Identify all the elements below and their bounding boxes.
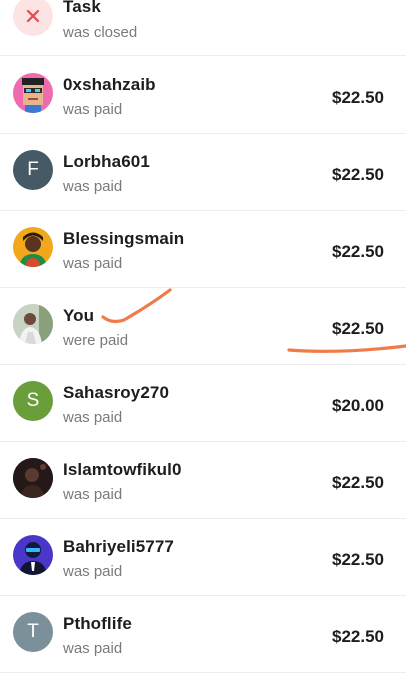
payment-status: was paid [63,255,123,272]
dark-photo-avatar [13,458,53,498]
payment-status: was paid [63,101,123,118]
list-item[interactable]: S Sahasroy270 was paid $20.00 [0,365,406,442]
list-item[interactable]: You were paid $22.50 [0,288,406,365]
payee-name: Islamtowfikul0 [63,460,182,479]
payee-name: Sahasroy270 [63,383,170,402]
payment-amount: $22.50 [332,550,384,569]
payment-amount: $22.50 [332,242,384,261]
payment-status: was paid [63,563,123,580]
payment-amount: $20.00 [332,396,384,415]
payment-status: was paid [63,486,123,503]
payee-name: Blessingsmain [63,229,185,248]
payee-name: Pthoflife [63,614,132,633]
list-item[interactable]: Blessingsmain was paid $22.50 [0,211,406,288]
payment-status: was paid [63,640,123,657]
payee-name: Lorbha601 [63,152,150,171]
payment-status: was paid [63,178,123,195]
list-item[interactable]: 0xshahzaib was paid $22.50 [0,57,406,134]
payment-amount: $22.50 [332,627,384,646]
close-icon [13,0,53,36]
photo-avatar [13,304,53,344]
payment-amount: $22.50 [332,319,384,338]
payment-status: was closed [63,24,138,41]
list-item[interactable]: T Pthoflife was paid $22.50 [0,596,406,673]
payment-amount: $22.50 [332,473,384,492]
masked-man-avatar [13,535,53,575]
list-item[interactable]: Task was closed [0,0,406,56]
avatar: T [13,612,53,652]
payment-status: was paid [63,409,123,426]
payment-amount: $22.50 [332,165,384,184]
payment-status: were paid [63,332,129,349]
payment-amount: $22.50 [332,88,384,107]
person-avatar [13,227,53,267]
payee-name: Bahriyeli5777 [63,537,174,556]
avatar: F [13,150,53,190]
payee-name: You [63,306,95,325]
payee-name: Task [63,0,101,16]
payee-name: 0xshahzaib [63,75,156,94]
pixel-art-avatar [13,73,53,113]
avatar: S [13,381,53,421]
list-item[interactable]: Bahriyeli5777 was paid $22.50 [0,519,406,596]
list-item[interactable]: F Lorbha601 was paid $22.50 [0,134,406,211]
list-item[interactable]: Islamtowfikul0 was paid $22.50 [0,442,406,519]
